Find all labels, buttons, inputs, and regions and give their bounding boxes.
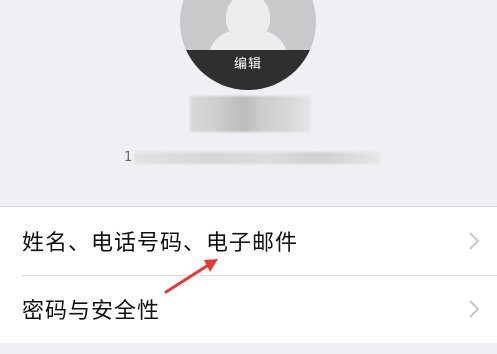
avatar-edit-label: 编辑: [233, 57, 262, 72]
profile-name-redacted: [190, 96, 310, 132]
settings-item-password-security[interactable]: 密码与安全性: [0, 275, 497, 343]
settings-item-label: 姓名、电话号码、电子邮件: [22, 231, 299, 256]
account-blur: [134, 152, 380, 164]
settings-list: 姓名、电话号码、电子邮件 密码与安全性: [0, 206, 497, 343]
settings-item-name-phone-email[interactable]: 姓名、电话号码、电子邮件: [0, 207, 497, 275]
avatar[interactable]: 编辑: [180, 0, 316, 90]
avatar-edit-button[interactable]: 编辑: [180, 50, 316, 90]
chevron-right-icon: [469, 300, 480, 318]
profile-account-redacted: 1: [124, 150, 380, 166]
profile-header: 编辑 1: [0, 0, 497, 206]
account-prefix: 1: [124, 150, 133, 165]
chevron-right-icon: [469, 232, 480, 250]
settings-item-label: 密码与安全性: [22, 299, 161, 324]
